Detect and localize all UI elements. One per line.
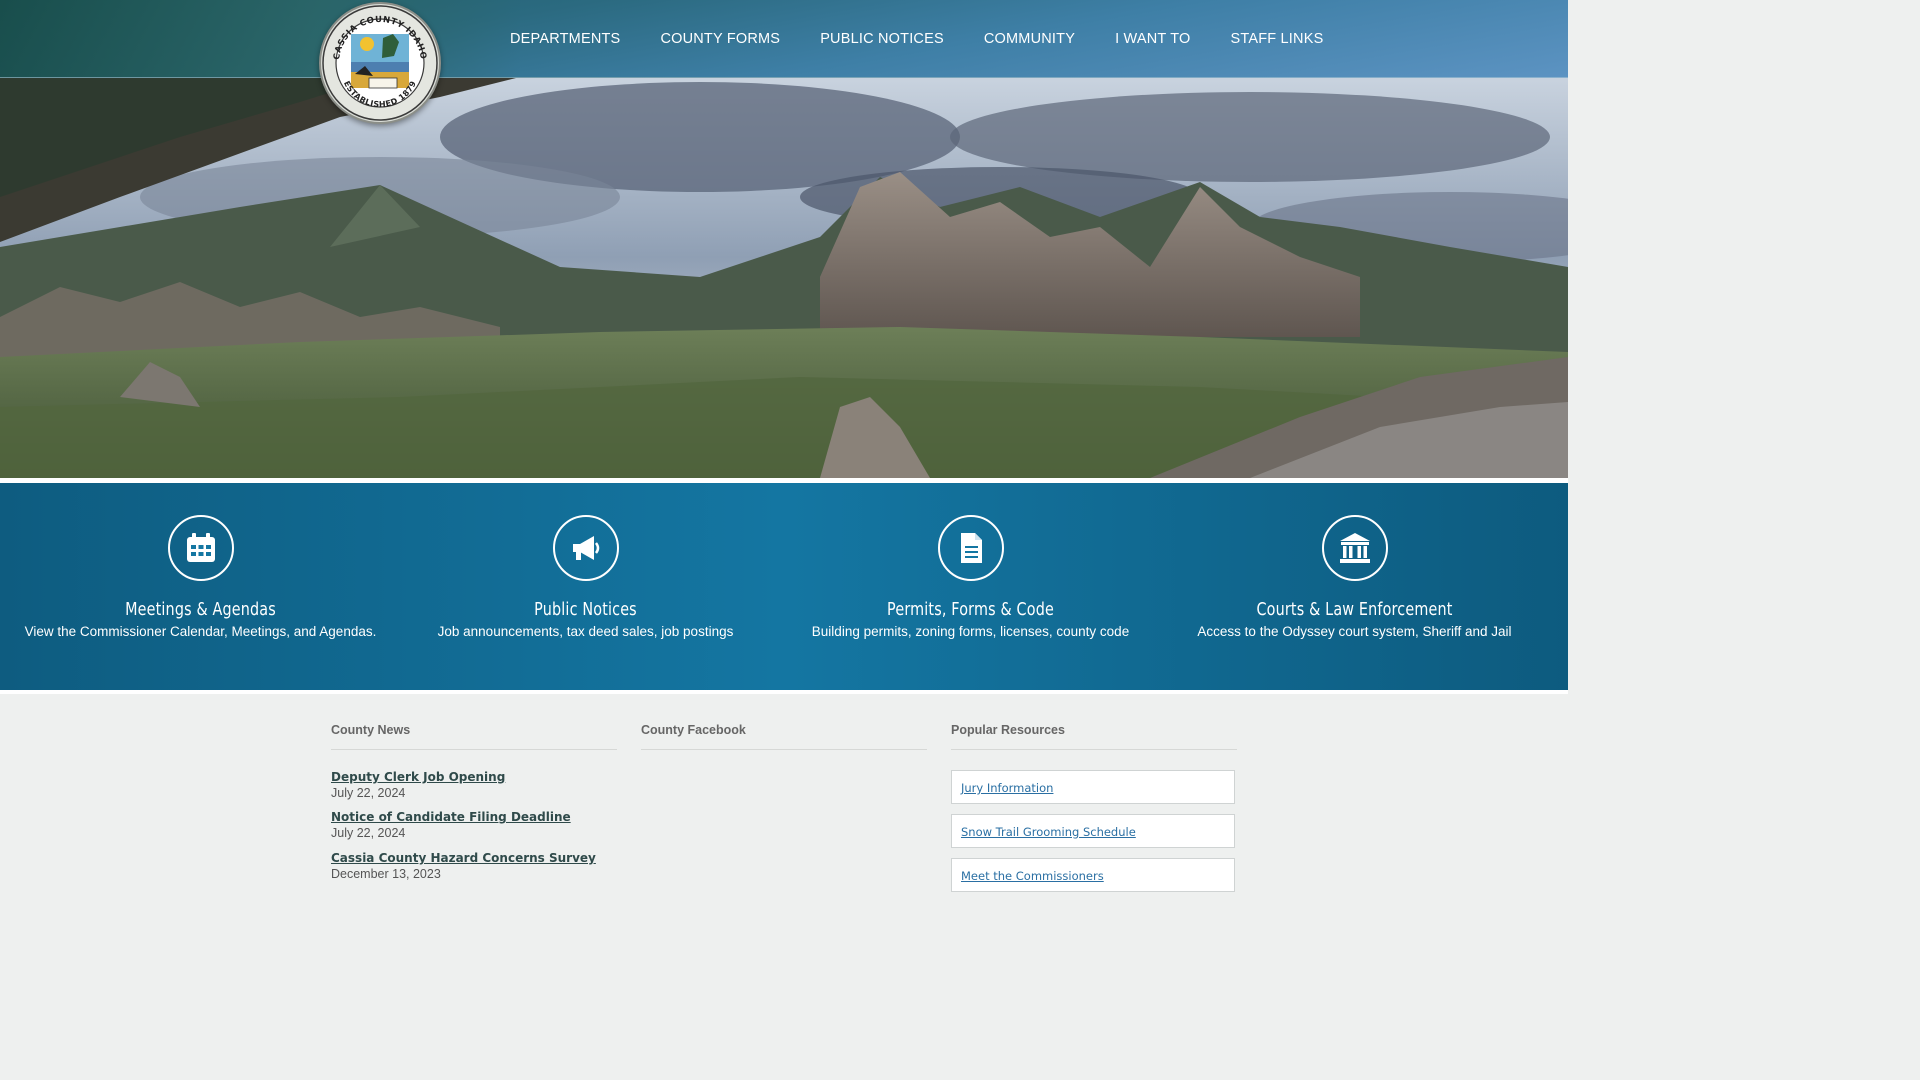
news-item-title[interactable]: Cassia County Hazard Concerns Survey [331,851,596,865]
column-divider [951,749,1237,750]
column-divider [331,749,617,750]
county-seal-graphic: CASSIA COUNTY IDAHO ESTABLISHED 1879 [322,5,438,121]
resource-link-snow-trail[interactable]: Snow Trail Grooming Schedule [951,814,1235,848]
nav-staff-links[interactable]: STAFF LINKS [1230,31,1323,47]
nav-public-notices[interactable]: PUBLIC NOTICES [820,31,944,47]
news-item: Cassia County Hazard Concerns Survey Dec… [331,851,596,881]
document-icon [937,515,1004,581]
main-nav: DEPARTMENTS COUNTY FORMS PUBLIC NOTICES … [490,0,1343,77]
news-item: Notice of Candidate Filing Deadline July… [331,810,571,840]
news-item-date: July 22, 2024 [331,826,406,840]
quick-links-band: Meetings & Agendas View the Commissioner… [0,483,1568,690]
quick-link-title: Public Notices [534,600,637,620]
courthouse-icon [1321,515,1388,581]
news-item-title[interactable]: Deputy Clerk Job Opening [331,770,505,784]
nav-county-forms[interactable]: COUNTY FORMS [660,31,780,47]
county-facebook-heading: County Facebook [641,723,746,737]
news-item-title[interactable]: Notice of Candidate Filing Deadline [331,810,571,824]
popular-resources-heading: Popular Resources [951,723,1065,737]
quick-link-desc: Access to the Odyssey court system, Sher… [1197,624,1512,639]
nav-departments[interactable]: DEPARTMENTS [510,31,620,47]
news-item-date: July 22, 2024 [331,786,406,800]
resource-link-jury-information[interactable]: Jury Information [951,770,1235,804]
news-item: Deputy Clerk Job Opening July 22, 2024 [331,770,505,800]
county-seal-logo[interactable]: CASSIA COUNTY IDAHO ESTABLISHED 1879 [319,2,441,124]
megaphone-icon [552,515,619,581]
county-news-heading: County News [331,723,411,737]
quick-link-title: Courts & Law Enforcement [1256,600,1453,620]
hero-landscape-image [0,77,1568,478]
site-header: DEPARTMENTS COUNTY FORMS PUBLIC NOTICES … [0,0,1568,78]
news-item-date: December 13, 2023 [331,867,441,881]
quick-link-title: Meetings & Agendas [125,600,276,620]
nav-i-want-to[interactable]: I WANT TO [1115,31,1190,47]
nav-community[interactable]: COMMUNITY [984,31,1075,47]
calendar-icon [167,515,234,581]
quick-link-desc: Building permits, zoning forms, licenses… [811,624,1130,639]
quick-link-desc: View the Commissioner Calendar, Meetings… [24,624,377,639]
quick-link-title: Permits, Forms & Code [887,600,1054,620]
hero-landscape-graphic [0,77,1568,478]
resource-link-commissioners[interactable]: Meet the Commissioners [951,858,1235,892]
quick-link-desc: Job announcements, tax deed sales, job p… [437,624,734,639]
content-area: County News Deputy Clerk Job Opening Jul… [0,694,1568,892]
column-divider [641,749,927,750]
